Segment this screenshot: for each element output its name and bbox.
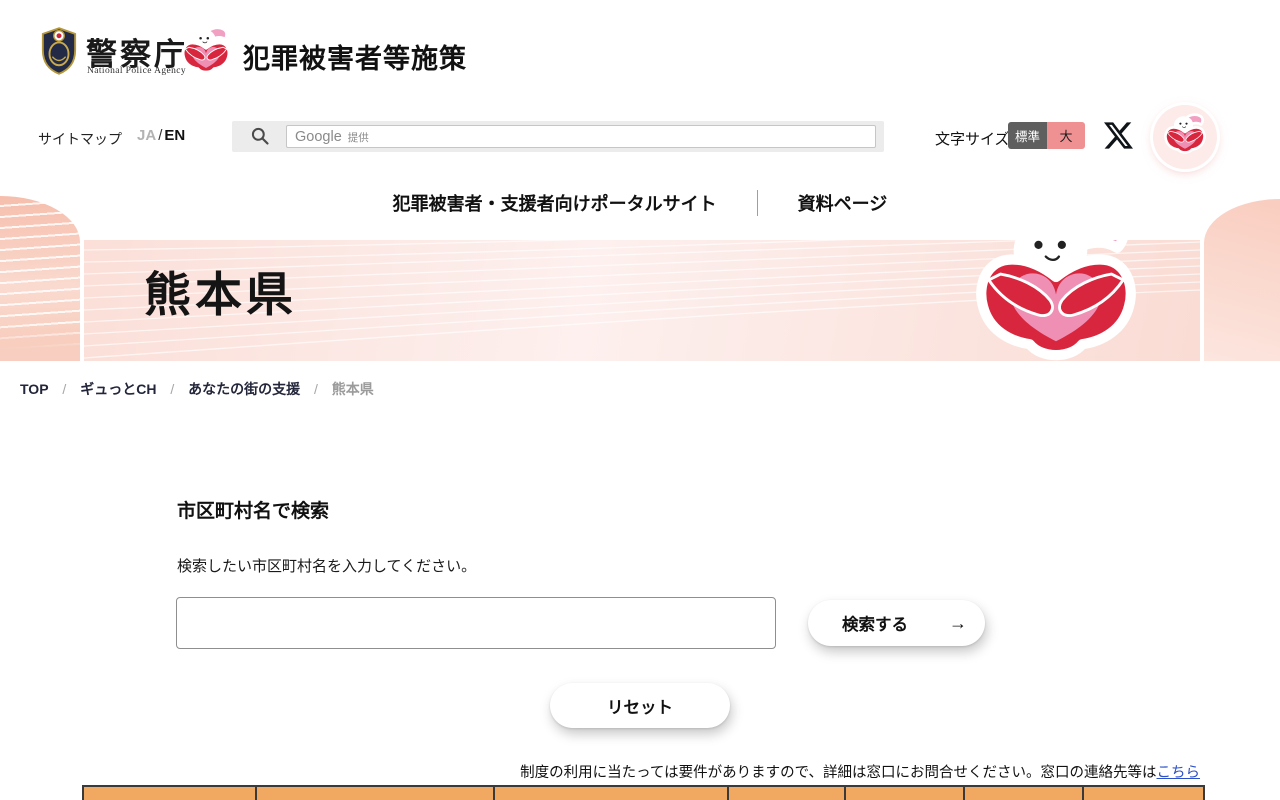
font-size-standard-button[interactable]: 標準 xyxy=(1008,122,1047,149)
lang-en-link[interactable]: EN xyxy=(164,127,185,144)
gyutto-mascot-icon xyxy=(179,24,233,84)
language-switcher: JA / EN xyxy=(137,127,185,144)
reset-button[interactable]: リセット xyxy=(550,683,730,728)
search-icon xyxy=(250,126,270,146)
breadcrumb-top[interactable]: TOP xyxy=(20,381,49,397)
nav-divider xyxy=(756,190,758,216)
municipality-search-input[interactable] xyxy=(176,597,776,649)
gyutto-mascot-illustration xyxy=(968,240,1144,361)
contact-info-link[interactable]: こちら xyxy=(1157,765,1201,781)
notice-body: 制度の利用に当たっては要件がありますので、詳細は窓口にお問合せください。窓口の連… xyxy=(520,765,1157,781)
npa-crest-icon xyxy=(40,27,78,75)
sitemap-link[interactable]: サイトマップ xyxy=(38,129,122,149)
breadcrumb-current: 熊本県 xyxy=(331,381,374,397)
site-search-bar: Google 提供 xyxy=(232,121,884,152)
nav-documents-link[interactable]: 資料ページ xyxy=(798,190,888,216)
section-heading: 市区町村名で検索 xyxy=(177,501,330,522)
table-header-cell xyxy=(846,787,965,800)
main-nav: 犯罪被害者・支援者向けポータルサイト 資料ページ xyxy=(0,190,1280,216)
site-title: 犯罪被害者等施策 xyxy=(243,44,467,74)
results-table xyxy=(82,785,1205,800)
table-header-cell xyxy=(84,787,257,800)
breadcrumb-separator: / xyxy=(170,381,175,397)
hero-banner: 熊本県 xyxy=(84,240,1200,361)
breadcrumb: TOP / ギュっとCH / あなたの街の支援 / 熊本県 xyxy=(20,379,384,399)
search-placeholder-provider: Google xyxy=(295,128,342,145)
font-size-large-button[interactable]: 大 xyxy=(1047,122,1085,149)
nav-portal-link[interactable]: 犯罪被害者・支援者向けポータルサイト xyxy=(393,190,717,216)
breadcrumb-gyutto-ch[interactable]: ギュっとCH xyxy=(80,381,156,397)
table-header-cell xyxy=(257,787,495,800)
notice-text: 制度の利用に当たっては要件がありますので、詳細は窓口にお問合せください。窓口の連… xyxy=(520,761,1200,782)
font-size-label: 文字サイズ xyxy=(935,131,1010,148)
reset-button-label: リセット xyxy=(607,698,673,717)
gyutto-mascot-icon xyxy=(1162,113,1208,161)
table-header-cell xyxy=(965,787,1084,800)
search-instruction: 検索したい市区町村名を入力してください。 xyxy=(177,558,477,575)
breadcrumb-separator: / xyxy=(62,381,67,397)
breadcrumb-city-support[interactable]: あなたの街の支援 xyxy=(188,381,300,397)
site-search-input[interactable]: Google 提供 xyxy=(286,125,876,148)
table-header-cell xyxy=(1084,787,1203,800)
table-header-cell xyxy=(729,787,846,800)
mascot-home-button[interactable] xyxy=(1153,105,1217,169)
arrow-right-icon: → xyxy=(949,612,967,633)
search-button[interactable]: 検索する → xyxy=(808,600,985,646)
hero-right-stripe-decoration xyxy=(1204,199,1280,361)
agency-subtitle: National Police Agency xyxy=(87,66,187,76)
x-twitter-icon[interactable] xyxy=(1104,121,1133,150)
search-placeholder-provided-by: 提供 xyxy=(347,132,369,144)
table-header-cell xyxy=(495,787,729,800)
breadcrumb-separator: / xyxy=(314,381,318,397)
lang-ja-link[interactable]: JA xyxy=(137,127,156,144)
page: 警察庁 National Police Agency 犯罪被害者等施策 サイトマ… xyxy=(0,0,1280,800)
lang-separator: / xyxy=(158,127,163,144)
page-title: 熊本県 xyxy=(144,268,297,321)
search-button-label: 検索する xyxy=(842,616,908,634)
hero-left-stripe-decoration xyxy=(0,196,80,361)
